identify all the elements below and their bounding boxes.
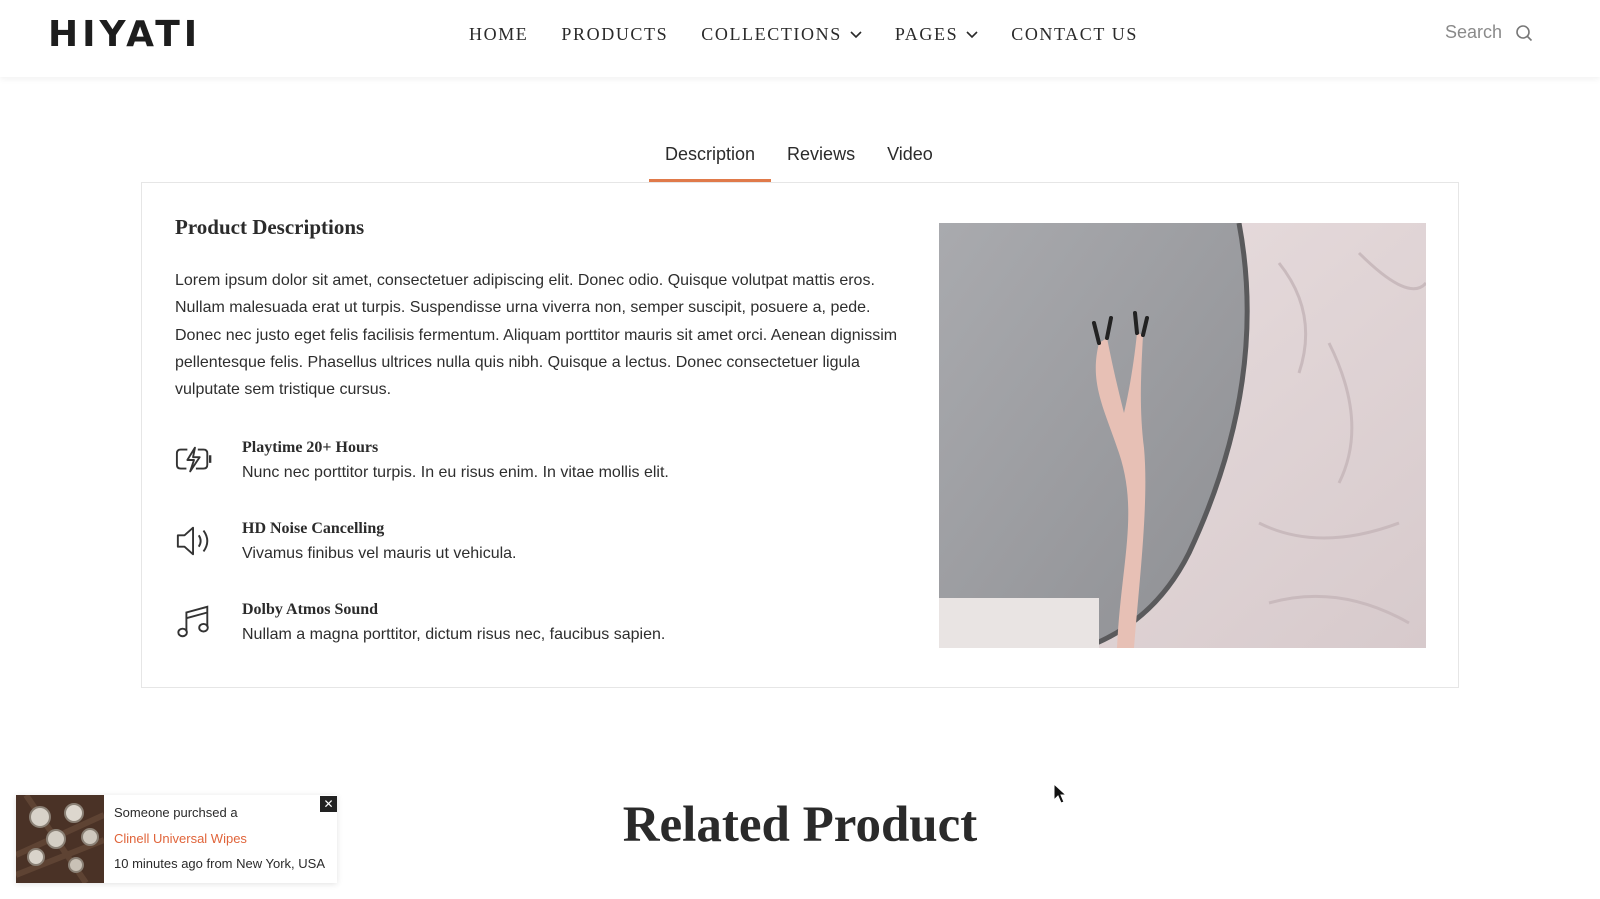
description-title: Product Descriptions <box>175 215 365 239</box>
feature-text: Vivamus finibus vel mauris ut vehicula. <box>242 545 517 562</box>
feature-title: Playtime 20+ Hours <box>242 439 379 456</box>
feature-title: HD Noise Cancelling <box>242 520 385 537</box>
feature-item: Dolby Atmos Sound Nullam a magna porttit… <box>175 601 895 661</box>
nav-home[interactable]: HOME <box>469 22 528 46</box>
chevron-down-icon <box>966 31 978 39</box>
feature-item: HD Noise Cancelling Vivamus finibus vel … <box>175 520 895 580</box>
tab-reviews[interactable]: Reviews <box>771 140 871 182</box>
notification-product-link[interactable]: Clinell Universal Wipes <box>114 831 247 846</box>
music-note-icon <box>177 605 209 638</box>
mouse-cursor-icon <box>1053 783 1068 804</box>
close-icon[interactable]: ✕ <box>320 796 337 812</box>
notification-text: Someone purchsed a <box>114 805 238 820</box>
product-tabs: Description Reviews Video <box>649 140 949 182</box>
main-nav: HOME PRODUCTS COLLECTIONS PAGES CONTACT … <box>469 22 1138 46</box>
feature-text: Nunc nec porttitor turpis. In eu risus e… <box>242 464 669 481</box>
nav-label: HOME <box>469 23 529 44</box>
nav-label: PRODUCTS <box>561 23 669 44</box>
notification-product-image[interactable] <box>16 795 104 883</box>
tab-video[interactable]: Video <box>871 140 949 182</box>
feature-item: Playtime 20+ Hours Nunc nec porttitor tu… <box>175 439 895 499</box>
chevron-down-icon <box>850 31 862 39</box>
nav-label: CONTACT US <box>1011 23 1138 44</box>
nav-products[interactable]: PRODUCTS <box>561 22 668 46</box>
nav-label: PAGES <box>894 23 959 44</box>
speaker-icon <box>176 526 209 556</box>
nav-label: COLLECTIONS <box>701 23 842 44</box>
site-logo[interactable]: HIYATI <box>48 14 201 55</box>
search-input[interactable] <box>1445 22 1503 43</box>
search-icon[interactable] <box>1515 24 1533 42</box>
site-header: HIYATI HOME PRODUCTS COLLECTIONS PAGES C… <box>0 0 1600 77</box>
nav-pages[interactable]: PAGES <box>895 22 978 46</box>
tab-description[interactable]: Description <box>649 140 772 182</box>
description-panel: Product Descriptions Lorem ipsum dolor s… <box>141 182 1459 688</box>
product-description-image <box>939 223 1426 648</box>
purchase-notification: Someone purchsed a Clinell Universal Wip… <box>16 795 337 883</box>
feature-text: Nullam a magna porttitor, dictum risus n… <box>242 626 666 643</box>
battery-charging-icon <box>175 446 212 473</box>
feature-title: Dolby Atmos Sound <box>242 601 379 618</box>
description-body: Lorem ipsum dolor sit amet, consectetuer… <box>175 272 898 399</box>
nav-collections[interactable]: COLLECTIONS <box>701 22 862 46</box>
search-box <box>1445 22 1533 43</box>
nav-contact-us[interactable]: CONTACT US <box>1011 22 1138 46</box>
notification-time-location: 10 minutes ago from New York, USA <box>114 856 325 871</box>
